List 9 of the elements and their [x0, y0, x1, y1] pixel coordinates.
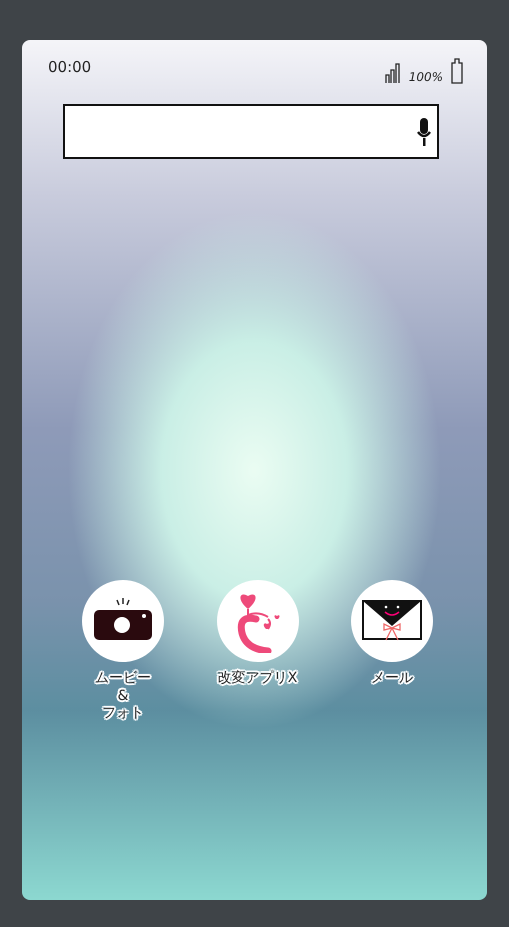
battery-percent: 100%: [408, 70, 443, 84]
signal-icon: [384, 62, 401, 84]
app-label: 改変アプリX: [218, 670, 298, 688]
app-label: ムービー & フォト: [95, 670, 151, 722]
battery-icon: [451, 58, 463, 84]
microphone-icon[interactable]: [417, 116, 431, 146]
search-field[interactable]: [63, 104, 439, 159]
app-label: メール: [371, 670, 413, 688]
clock-time: 00:00: [48, 58, 92, 76]
